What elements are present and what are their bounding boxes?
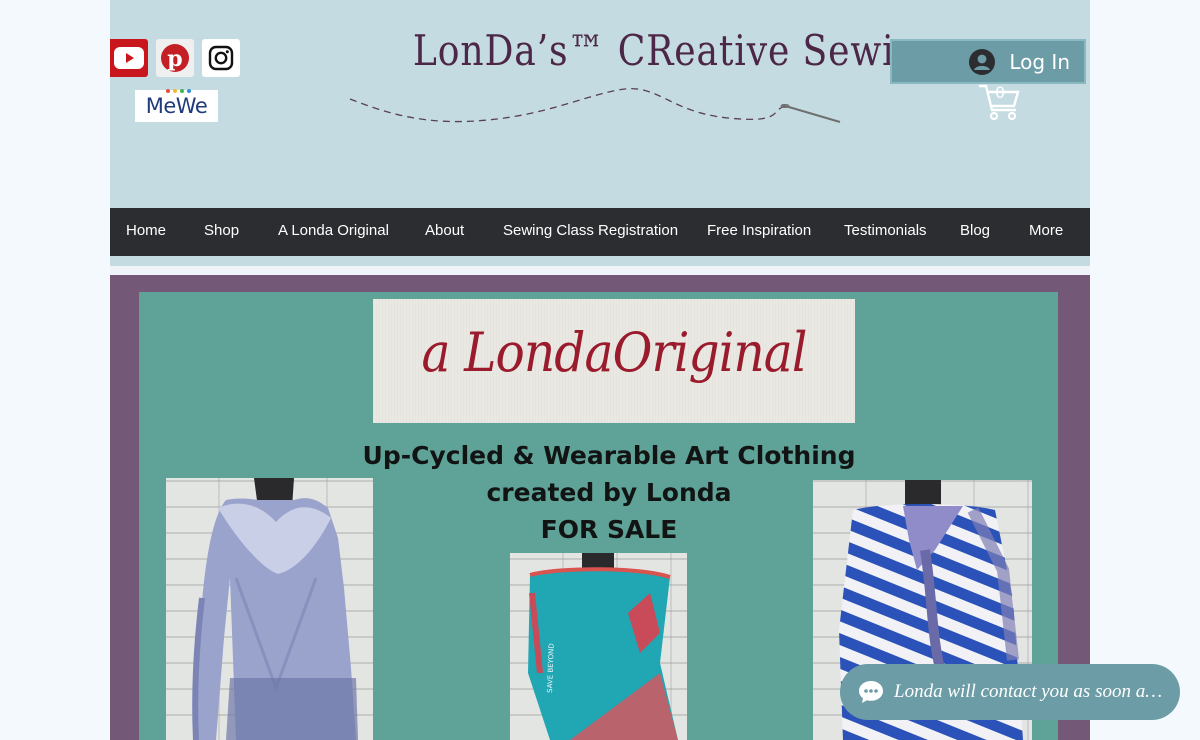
nav-item-more[interactable]: More xyxy=(1029,222,1063,239)
nav-item-shop[interactable]: Shop xyxy=(204,222,239,239)
nav-item-blog[interactable]: Blog xyxy=(960,222,990,239)
stitch-line-icon xyxy=(349,88,841,123)
hero-heading-line-1: Up-Cycled & Wearable Art Clothing xyxy=(362,441,856,470)
youtube-icon[interactable] xyxy=(110,39,148,77)
mewe-dots-icon xyxy=(165,89,191,93)
main-nav: Home Shop A Londa Original About Sewing … xyxy=(110,208,1090,256)
nav-item-testimonials[interactable]: Testimonials xyxy=(844,222,927,239)
nav-item-about[interactable]: About xyxy=(425,222,464,239)
login-label: Log In xyxy=(1009,49,1070,74)
section-divider xyxy=(110,266,1090,275)
brand-title: LonDa’s™ CReative Sewing xyxy=(412,26,943,75)
user-avatar-icon xyxy=(969,48,996,75)
login-button[interactable]: Log In xyxy=(890,39,1086,84)
nav-item-sewing-class-registration[interactable]: Sewing Class Registration xyxy=(503,222,678,239)
chat-message: Londa will contact you as soon a… xyxy=(894,681,1163,702)
cart-count: 0 xyxy=(995,83,1006,102)
nav-underline xyxy=(110,256,1090,266)
chat-bubble-icon xyxy=(859,681,883,703)
site-logo[interactable]: LonDa’s™ CReative Sewing xyxy=(380,26,943,75)
product-photo-teal-top[interactable]: SAVE BEYOND xyxy=(510,553,687,740)
hero-heading: Up-Cycled & Wearable Art Clothing create… xyxy=(349,437,869,548)
hero-heading-line-3: FOR SALE xyxy=(540,515,678,544)
nav-item-home[interactable]: Home xyxy=(126,222,166,239)
nav-item-free-inspiration[interactable]: Free Inspiration xyxy=(707,222,811,239)
londa-original-label-text: a LondaOriginal xyxy=(421,321,808,384)
instagram-icon[interactable] xyxy=(202,39,240,77)
blue-dress-image xyxy=(192,478,358,740)
hero-heading-line-2: created by Londa xyxy=(486,478,732,507)
site-header: p MeWe LonDa’s™ CReative Sewing Log In 0 xyxy=(110,0,1090,208)
social-bar: p xyxy=(110,39,240,77)
pinterest-icon[interactable]: p xyxy=(156,39,194,77)
londa-original-label-image: a LondaOriginal xyxy=(373,299,855,423)
product-photo-blue-dress[interactable] xyxy=(166,478,373,740)
mewe-logo: MeWe xyxy=(145,89,208,118)
nav-item-a-londa-original[interactable]: A Londa Original xyxy=(278,222,389,239)
svg-text:p: p xyxy=(167,46,182,72)
cart-button[interactable]: 0 xyxy=(978,82,1022,122)
chat-widget[interactable]: Londa will contact you as soon a… xyxy=(840,664,1180,720)
mewe-label: MeWe xyxy=(145,94,208,118)
teal-top-image: SAVE BEYOND xyxy=(528,553,678,740)
mewe-link[interactable]: MeWe xyxy=(135,89,218,122)
